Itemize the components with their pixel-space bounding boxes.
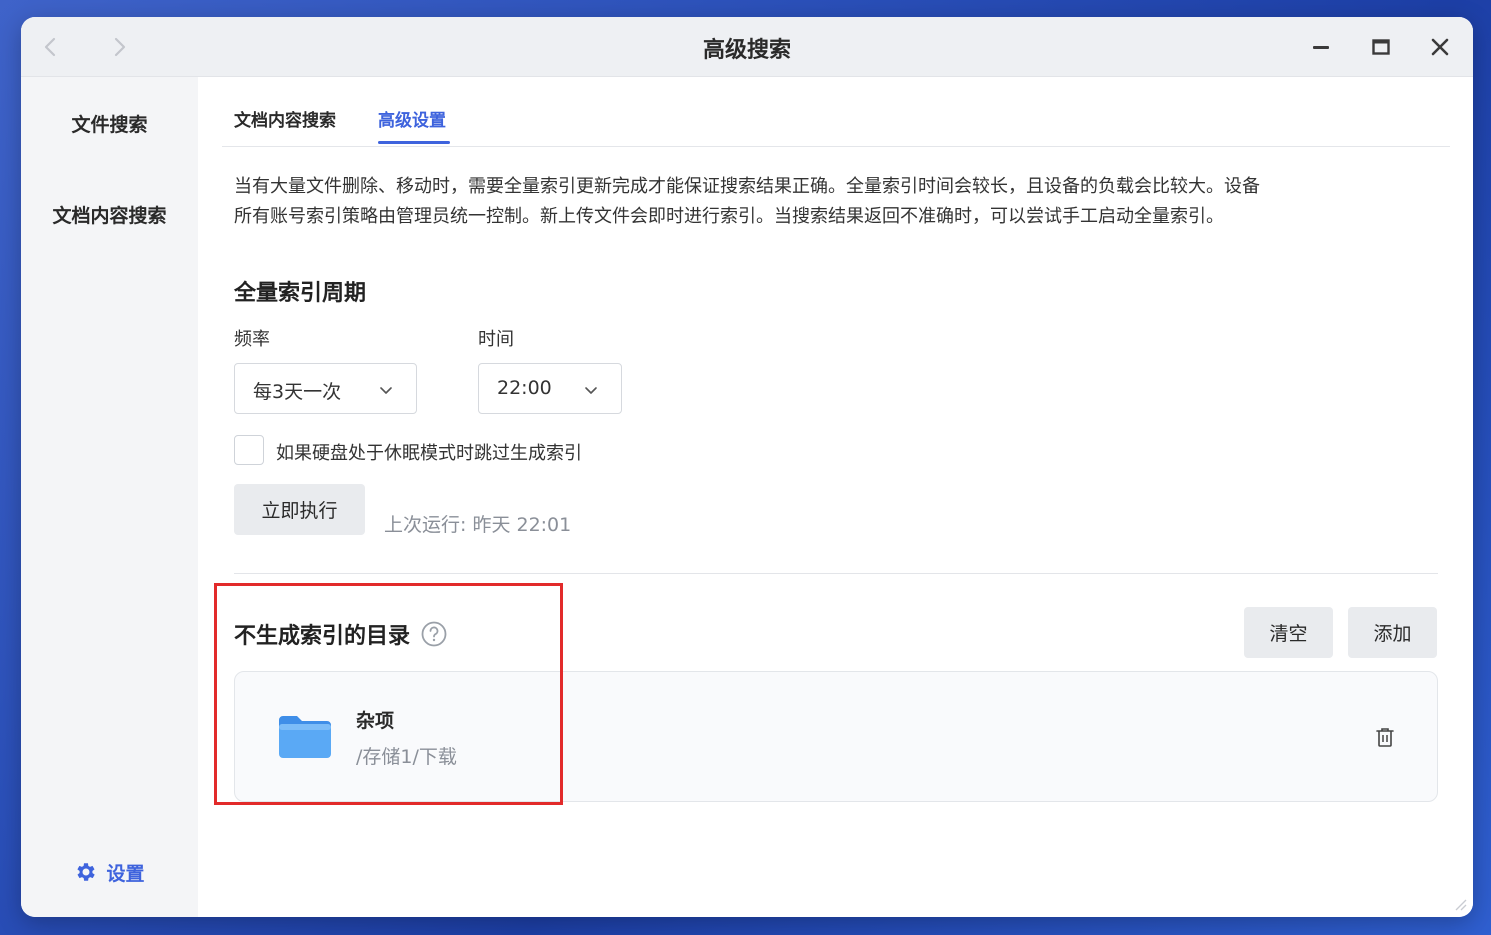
tab-bar: 文档内容搜索 高级设置 [222,77,1450,147]
tab-advanced-settings[interactable]: 高级设置 [378,106,446,131]
excluded-dirs-title: 不生成索引的目录 [234,624,411,649]
clear-button[interactable]: 清空 [1244,607,1333,658]
last-run-text: 上次运行: 昨天 22:01 [384,514,572,536]
frequency-select[interactable]: 每3天一次 [234,363,417,414]
sidebar-item-file-search[interactable]: 文件搜索 [21,110,198,137]
excluded-dir-item[interactable]: 杂项 /存储1/下载 [234,671,1438,802]
dir-name: 杂项 [356,710,395,732]
minimize-icon [1313,46,1329,49]
sidebar: 文件搜索 文档内容搜索 设置 [21,77,198,917]
skip-sleep-checkbox[interactable] [234,435,264,465]
frequency-label: 频率 [234,329,270,350]
trash-icon[interactable] [1375,726,1395,748]
maximize-button[interactable] [1367,33,1395,61]
run-now-button[interactable]: 立即执行 [234,484,365,535]
skip-sleep-label[interactable]: 如果硬盘处于休眠模式时跳过生成索引 [276,439,582,465]
time-label: 时间 [478,329,514,350]
close-icon [1431,38,1449,56]
add-button[interactable]: 添加 [1348,607,1437,658]
section-divider [234,573,1438,574]
gear-icon [77,863,96,881]
minimize-button[interactable] [1307,33,1335,61]
window-title: 高级搜索 [702,38,791,63]
main-panel: 文档内容搜索 高级设置 当有大量文件删除、移动时，需要全量索引更新完成才能保证搜… [198,77,1473,917]
close-button[interactable] [1426,33,1454,61]
maximize-icon [1372,39,1390,55]
folder-icon [279,716,331,758]
excluded-dirs-heading: 不生成索引的目录 [234,618,448,650]
sidebar-settings-label: 设置 [106,862,145,885]
chevron-down-icon [585,387,597,394]
full-index-heading: 全量索引周期 [234,281,367,306]
sidebar-item-content-search[interactable]: 文档内容搜索 [21,201,198,228]
frequency-value: 每3天一次 [253,381,342,403]
dir-path: /存储1/下载 [356,746,457,768]
app-window: 高级搜索 文件搜索 文档内容搜索 设置 文档内容搜索 高级设置 当有大量文件删除… [21,17,1473,917]
chevron-down-icon [380,387,392,394]
description-text: 当有大量文件删除、移动时，需要全量索引更新完成才能保证搜索结果正确。全量索引时间… [234,176,1260,227]
resize-grip-icon[interactable] [1453,897,1467,911]
time-select[interactable]: 22:00 [478,363,622,414]
tab-content-search[interactable]: 文档内容搜索 [234,106,336,131]
help-icon[interactable] [420,620,448,648]
time-value: 22:00 [497,377,552,399]
sidebar-settings-button[interactable]: 设置 [21,827,198,917]
title-bar: 高级搜索 [21,17,1473,77]
active-tab-indicator [378,141,450,144]
